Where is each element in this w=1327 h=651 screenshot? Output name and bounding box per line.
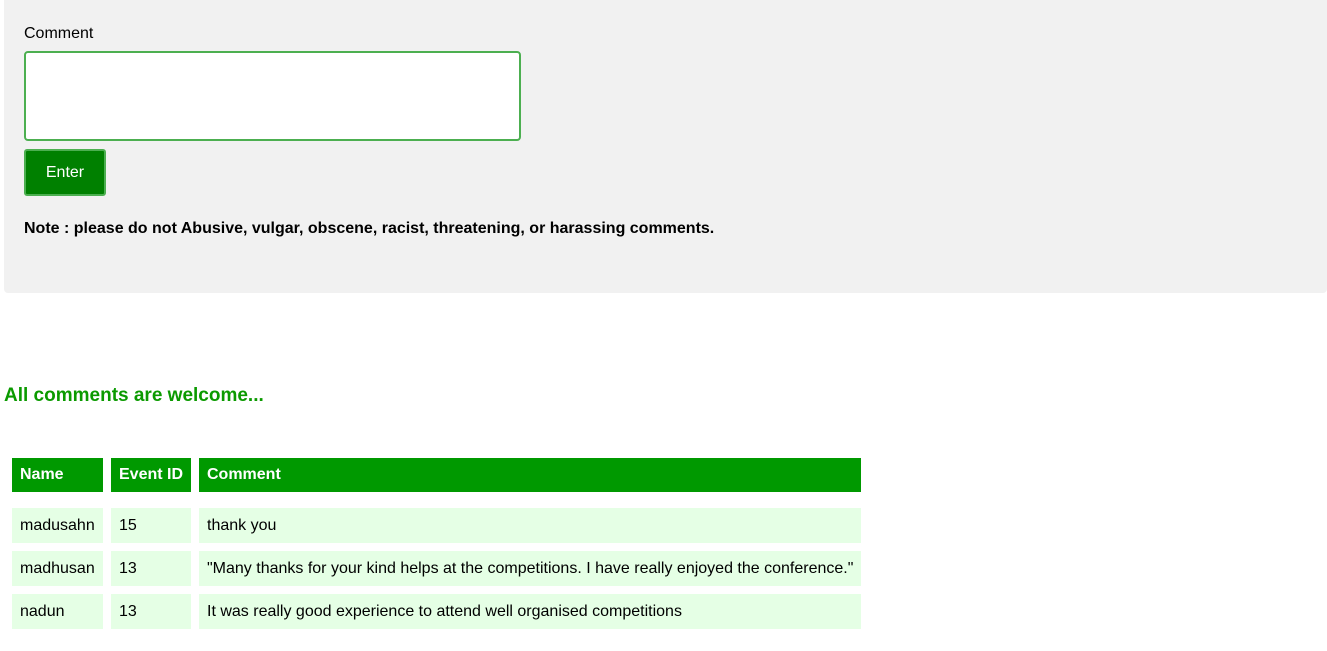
comment-textarea[interactable] — [24, 51, 521, 141]
comment-label: Comment — [24, 25, 94, 42]
cell-comment: "Many thanks for your kind helps at the … — [199, 551, 862, 586]
cell-event-id: 13 — [111, 551, 191, 586]
enter-button[interactable]: Enter — [24, 149, 106, 196]
comment-form-panel: Comment Enter Note : please do not Abusi… — [4, 0, 1327, 293]
table-header-row: Name Event ID Comment — [12, 458, 862, 492]
cell-event-id: 13 — [111, 594, 191, 629]
table-row: madusahn 15 thank you — [12, 508, 862, 543]
comments-table: Name Event ID Comment madusahn 15 thank … — [4, 450, 869, 637]
cell-comment: It was really good experience to attend … — [199, 594, 862, 629]
cell-name: madusahn — [12, 508, 103, 543]
column-header-name: Name — [12, 458, 103, 492]
cell-event-id: 15 — [111, 508, 191, 543]
cell-name: nadun — [12, 594, 103, 629]
column-header-event-id: Event ID — [111, 458, 191, 492]
cell-comment: thank you — [199, 508, 862, 543]
table-row: nadun 13 It was really good experience t… — [12, 594, 862, 629]
table-row: madhusan 13 "Many thanks for your kind h… — [12, 551, 862, 586]
cell-name: madhusan — [12, 551, 103, 586]
column-header-comment: Comment — [199, 458, 862, 492]
comments-heading: All comments are welcome... — [4, 385, 264, 406]
note-text: Note : please do not Abusive, vulgar, ob… — [24, 220, 715, 237]
